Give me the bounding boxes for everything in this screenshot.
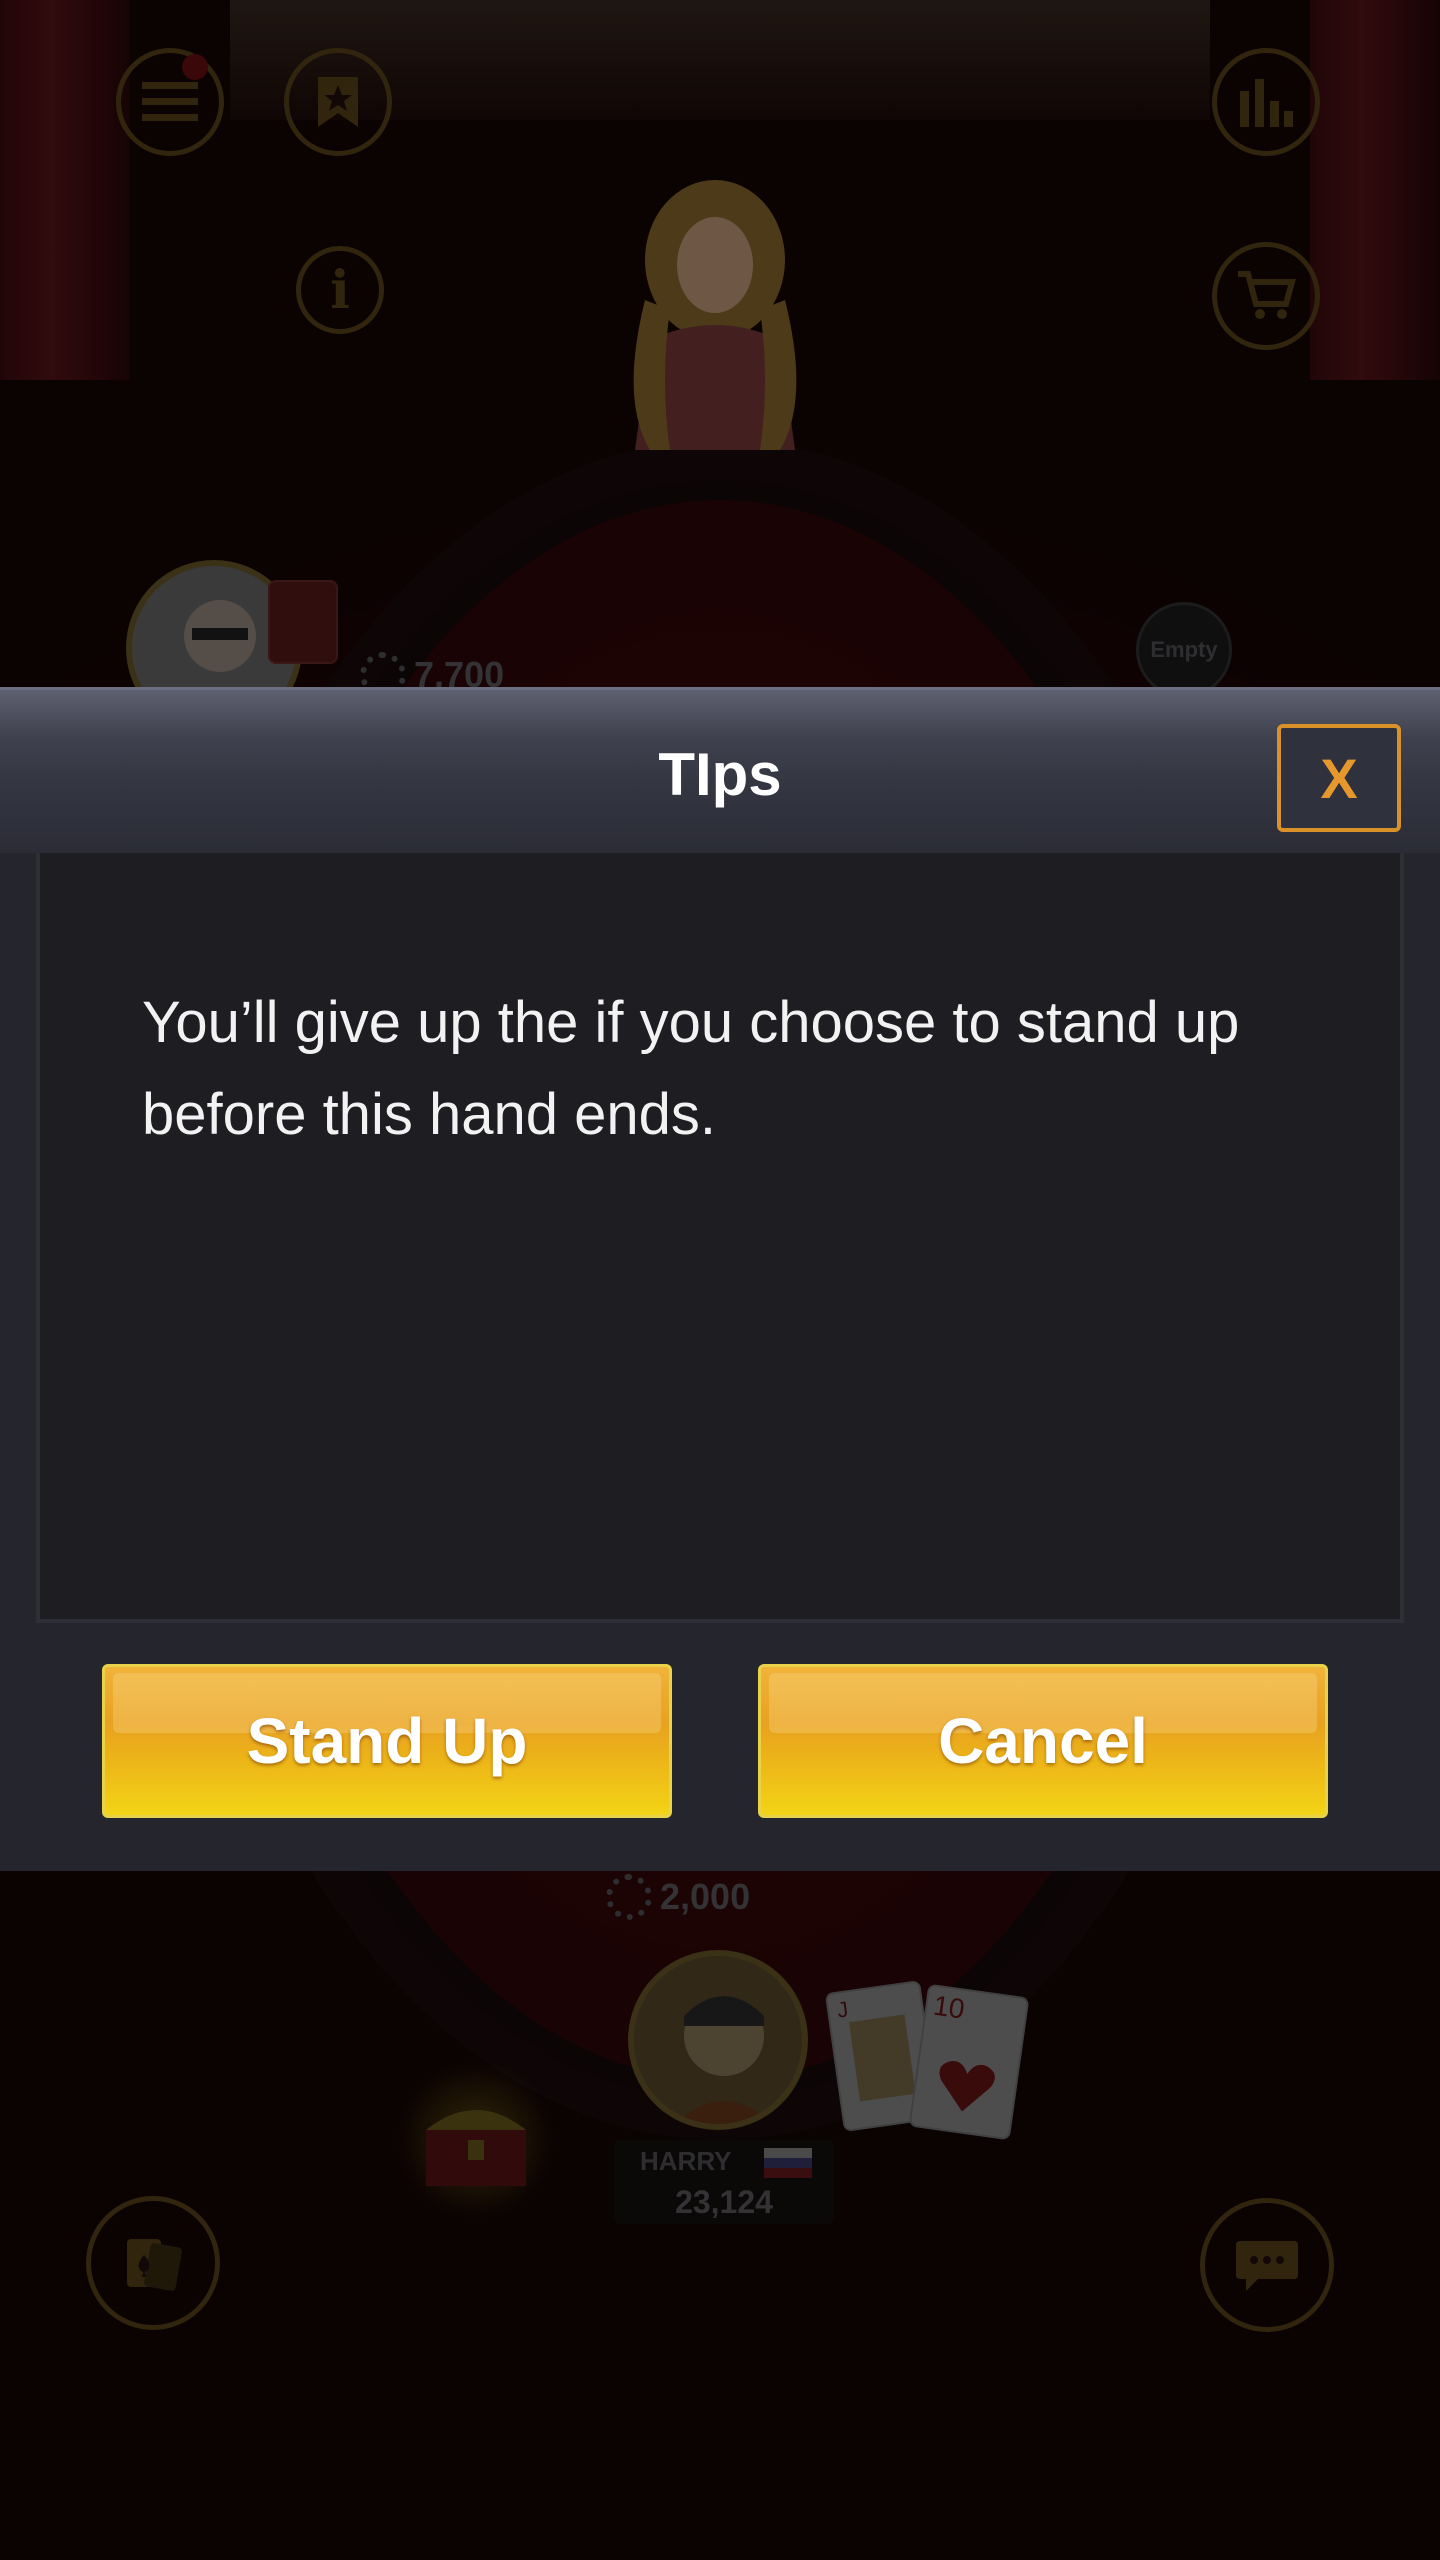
close-button[interactable]: X (1277, 724, 1401, 832)
stand-up-button[interactable]: Stand Up (102, 1664, 672, 1818)
dialog-message: You’ll give up the if you choose to stan… (142, 990, 1240, 1147)
dialog-message-panel (36, 853, 1404, 1623)
cancel-button[interactable]: Cancel (758, 1664, 1328, 1818)
stand-up-label: Stand Up (246, 1705, 528, 1777)
dialog-title: TIps (658, 741, 782, 808)
tips-dialog: TIps X You’ll give up the if you choose … (0, 687, 1440, 1871)
cancel-label: Cancel (938, 1705, 1148, 1777)
dialog-header: TIps X (0, 687, 1440, 853)
